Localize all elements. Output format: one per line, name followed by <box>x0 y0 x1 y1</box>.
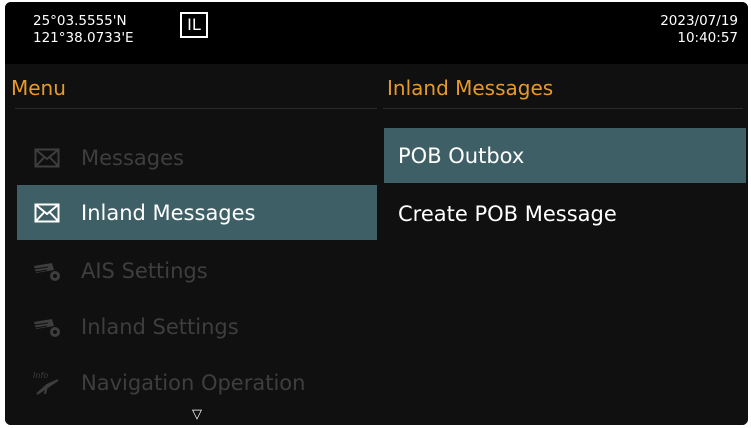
envelope-icon <box>32 146 62 170</box>
settings-gear-icon <box>32 259 62 283</box>
settings-gear-icon <box>32 315 62 339</box>
menu-item-label: Inland Messages <box>81 200 256 225</box>
svg-text:Info: Info <box>33 371 48 380</box>
submenu-item-create-pob-message[interactable]: Create POB Message <box>384 186 746 241</box>
envelope-icon <box>32 201 62 225</box>
status-bar: 25°03.5555'N 121°38.0733'E IL 2023/07/19… <box>5 2 748 64</box>
submenu-divider <box>383 108 743 109</box>
menu-item-inland-messages[interactable]: Inland Messages <box>17 185 377 240</box>
menu-title: Menu <box>11 76 66 100</box>
menu-item-ais-settings[interactable]: AIS Settings <box>17 243 377 298</box>
menu-item-inland-settings[interactable]: Inland Settings <box>17 299 377 354</box>
longitude: 121°38.0733'E <box>33 30 134 46</box>
scroll-down-indicator[interactable]: ▽ <box>192 408 202 421</box>
menu-item-navigation-operation[interactable]: Info Navigation Operation <box>17 355 377 410</box>
menu-item-label: AIS Settings <box>81 258 208 283</box>
menu-item-label: Messages <box>81 145 184 170</box>
position-readout: 25°03.5555'N 121°38.0733'E <box>33 13 134 47</box>
menu-divider <box>15 108 377 109</box>
main-content: Menu Inland Messages Messages Inland Mes… <box>5 64 748 425</box>
menu-item-label: Navigation Operation <box>81 370 306 395</box>
mode-indicator: IL <box>180 12 208 38</box>
submenu-item-label: Create POB Message <box>398 201 617 226</box>
menu-item-label: Inland Settings <box>81 314 239 339</box>
info-navigation-icon: Info <box>32 371 62 395</box>
menu-item-messages[interactable]: Messages <box>17 130 377 185</box>
submenu-item-label: POB Outbox <box>398 143 525 168</box>
time: 10:40:57 <box>677 30 738 46</box>
datetime-readout: 2023/07/19 10:40:57 <box>660 13 738 47</box>
latitude: 25°03.5555'N <box>33 13 127 29</box>
device-screen: 25°03.5555'N 121°38.0733'E IL 2023/07/19… <box>5 2 748 425</box>
submenu-item-pob-outbox[interactable]: POB Outbox <box>384 128 746 183</box>
date: 2023/07/19 <box>660 13 738 29</box>
submenu-title: Inland Messages <box>387 76 554 100</box>
